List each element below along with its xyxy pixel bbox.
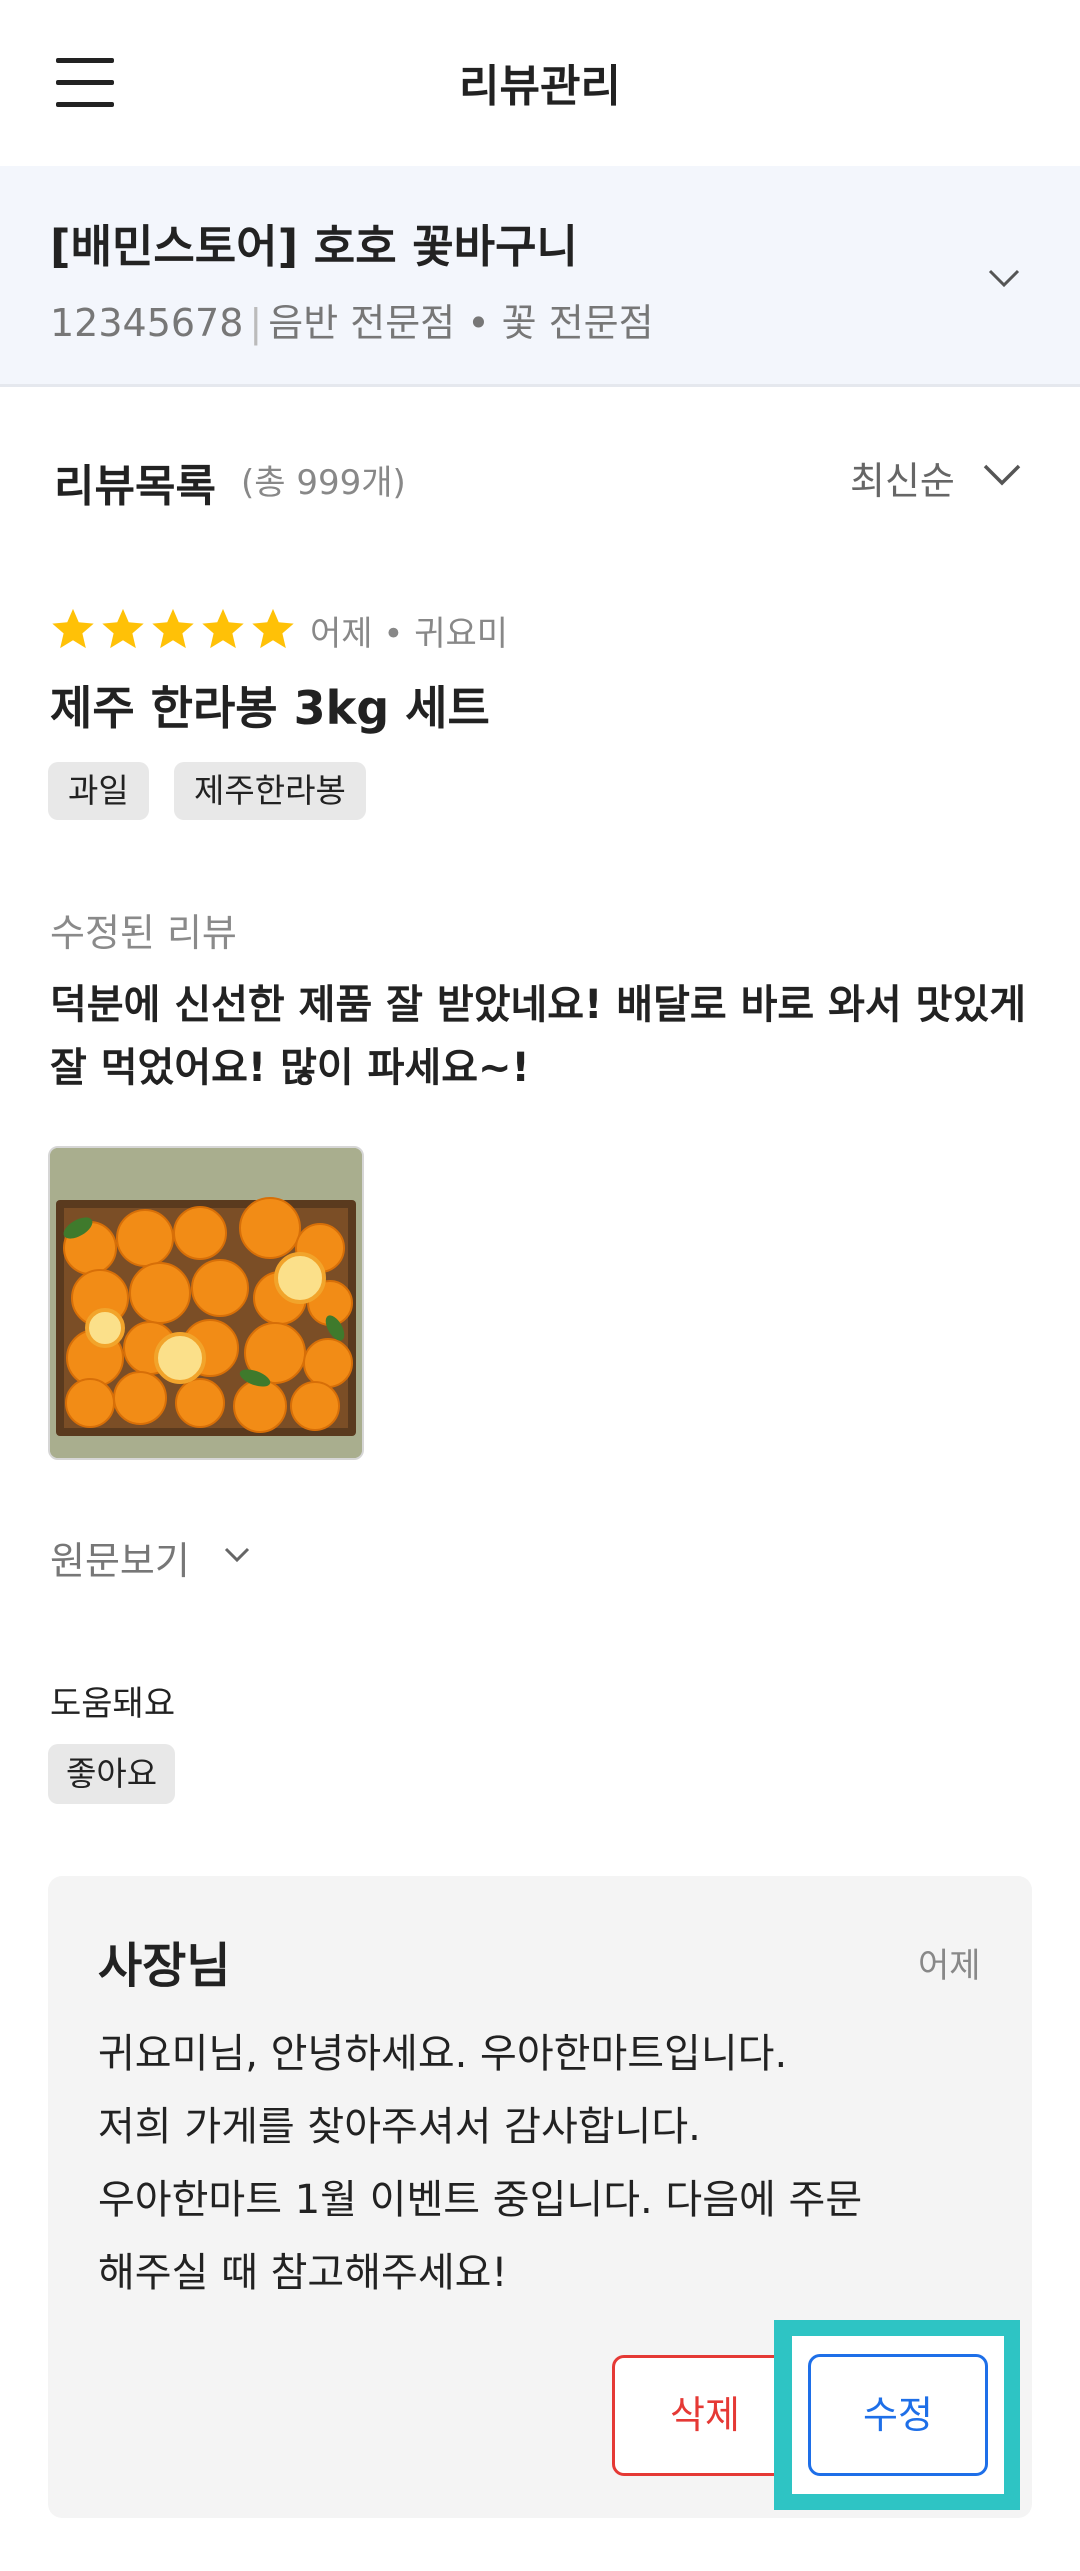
edit-button[interactable]: 수정 bbox=[808, 2354, 988, 2476]
edited-review-label: 수정된 리뷰 bbox=[50, 911, 237, 955]
like-badge: 좋아요 bbox=[48, 1744, 176, 1804]
store-name: [배민스토어] 호호 꽃바구니 bbox=[50, 220, 578, 273]
star-icon bbox=[152, 608, 194, 649]
store-id: 12345678 bbox=[50, 301, 244, 345]
star-icon bbox=[102, 608, 144, 649]
tag-jeju-hallabong: 제주한라봉 bbox=[174, 762, 366, 820]
reply-date: 어제 bbox=[918, 1946, 981, 1986]
page-title: 리뷰관리 bbox=[459, 61, 621, 112]
reply-line: 해주실 때 참고해주세요! bbox=[98, 2250, 508, 2296]
view-original-button[interactable]: 원문보기 bbox=[50, 1530, 190, 1585]
review-photo[interactable] bbox=[48, 1146, 364, 1460]
star-icon bbox=[202, 608, 244, 649]
reply-line: 귀요미님, 안녕하세요. 우아한마트입니다. bbox=[98, 2031, 788, 2077]
reply-line: 저희 가게를 찾아주셔서 감사합니다. bbox=[98, 2104, 701, 2150]
reply-author: 사장님 bbox=[98, 1938, 231, 1994]
review-meta: 어제 • 귀요미 bbox=[310, 614, 509, 654]
delete-button[interactable]: 삭제 bbox=[612, 2355, 798, 2476]
chevron-down-icon[interactable] bbox=[988, 262, 1020, 294]
star-icon bbox=[252, 608, 294, 649]
reply-text: 귀요미님, 안녕하세요. 우아한마트입니다. 저희 가게를 찾아주셔서 감사합니… bbox=[98, 2018, 998, 2310]
store-categories: 음반 전문점 • 꽃 전문점 bbox=[268, 301, 654, 345]
reply-line: 우아한마트 1월 이벤트 중입니다. 다음에 주문 bbox=[98, 2177, 863, 2223]
star-icon bbox=[52, 608, 94, 649]
chevron-down-icon[interactable] bbox=[982, 460, 1022, 490]
divider: | bbox=[249, 301, 263, 345]
product-name: 제주 한라봉 3kg 세트 bbox=[50, 681, 490, 735]
review-text: 덕분에 신선한 제품 잘 받았네요! 배달로 바로 와서 맛있게 잘 먹었어요!… bbox=[50, 982, 1027, 1091]
chevron-down-icon[interactable] bbox=[222, 1540, 252, 1570]
tag-fruit: 과일 bbox=[48, 762, 149, 820]
store-selector[interactable] bbox=[0, 166, 1080, 387]
helpful-label: 도움돼요 bbox=[50, 1684, 176, 1724]
review-count: (총 999개) bbox=[241, 463, 406, 503]
sort-dropdown[interactable]: 최신순 bbox=[850, 450, 955, 505]
star-rating bbox=[50, 606, 296, 652]
review-list-title: 리뷰목록 bbox=[54, 461, 216, 512]
store-meta: 12345678 | 음반 전문점 • 꽃 전문점 bbox=[50, 292, 654, 347]
